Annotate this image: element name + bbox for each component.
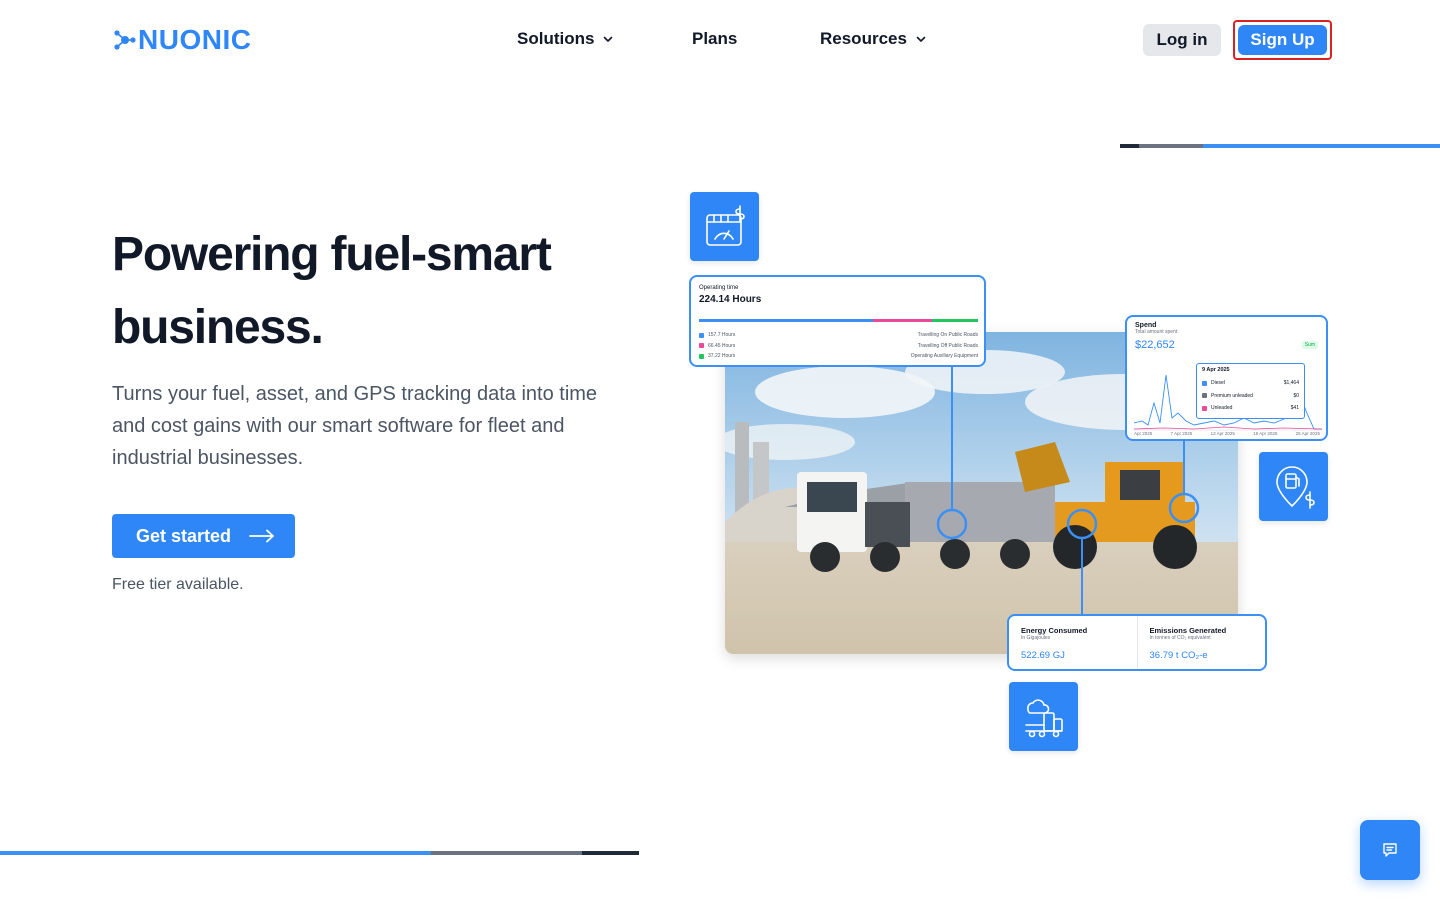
spend-tooltip: 9 Apr 2025 Diesel $1,464 Premium unleaded $…	[1196, 363, 1305, 419]
tooltip-label: Premium unleaded	[1211, 392, 1253, 399]
tooltip-row: Unleaded $41	[1202, 402, 1299, 415]
operating-bar-segment	[699, 319, 874, 322]
nav-plans-label: Plans	[692, 29, 738, 48]
tooltip-label: Unleaded	[1211, 405, 1233, 412]
nav-resources[interactable]: Resources	[820, 29, 927, 49]
tooltip-value: $0	[1293, 392, 1299, 399]
brand-name: NUONIC	[138, 24, 252, 55]
legend-dot	[699, 332, 704, 338]
nav-solutions-label: Solutions	[517, 29, 595, 48]
operating-bar-segment	[931, 319, 978, 322]
legend-hours: 37.22 Hours	[708, 353, 736, 360]
energy-value: 522.69 GJ	[1021, 650, 1065, 661]
spend-card: Spend Total amount spent $22,652 Sum 9 A…	[1125, 315, 1328, 441]
operating-time-legend: 157.7 Hours Travelling On Public Roads 66.…	[699, 330, 978, 362]
signup-highlight: Sign Up	[1233, 20, 1332, 60]
chevron-down-icon	[916, 36, 926, 42]
logo-molecule-icon	[114, 30, 136, 50]
get-started-label: Get started	[136, 525, 232, 546]
carousel-progress-top	[1120, 144, 1440, 148]
axis-label: Apr 2025	[1134, 431, 1153, 436]
spend-tooltip-date: 9 Apr 2025	[1202, 367, 1230, 373]
hero-title-line1: Powering fuel-smart	[112, 228, 552, 281]
free-tier-note: Free tier available.	[112, 576, 244, 593]
progress-bottom-segment	[431, 851, 582, 855]
energy-emissions-card: Energy Consumed In Gigajoules 522.69 GJ …	[1007, 614, 1267, 671]
operating-time-card: Operating time 224.14 Hours 157.7 Hours T…	[689, 275, 986, 367]
chat-icon	[1383, 843, 1397, 857]
tooltip-value: $1,464	[1283, 380, 1299, 387]
hero-title: Powering fuel-smart business.	[112, 218, 612, 364]
operating-time-value: 224.14 Hours	[699, 294, 762, 305]
truck-emissions-icon	[1009, 682, 1078, 751]
legend-label: Operating Auxiliary Equipment	[910, 353, 978, 360]
axis-label: 19 Apr 2025	[1253, 431, 1278, 436]
signup-button[interactable]: Sign Up	[1238, 25, 1327, 55]
brand-logo[interactable]: NUONIC	[114, 26, 251, 54]
tooltip-dot	[1202, 405, 1207, 411]
axis-label: 13 Apr 2025	[1210, 431, 1235, 436]
emissions-value: 36.79 t CO₂-e	[1149, 650, 1208, 661]
tooltip-dot	[1202, 393, 1207, 399]
axis-label: 25 Apr 2025	[1295, 431, 1320, 436]
progress-top-segment	[1139, 144, 1204, 148]
progress-top-segment	[1203, 144, 1440, 148]
legend-dot	[699, 353, 704, 359]
arrow-right-icon	[249, 529, 274, 543]
spend-tooltip-rows: Diesel $1,464 Premium unleaded $0 Unleaded $4…	[1202, 377, 1299, 415]
tooltip-dot	[1202, 380, 1207, 386]
operating-legend-row: 37.22 Hours Operating Auxiliary Equipment	[699, 351, 978, 362]
emissions-subtitle: In tonnes of CO₂ equivalent	[1149, 635, 1211, 641]
tooltip-value: $41	[1290, 405, 1299, 412]
fuel-gauge-dollar-icon	[690, 192, 759, 261]
tooltip-row: Premium unleaded $0	[1202, 390, 1299, 403]
legend-label: Travelling Off Public Roads	[917, 342, 978, 349]
nav-solutions[interactable]: Solutions	[517, 29, 614, 49]
chat-button[interactable]	[1360, 820, 1420, 880]
progress-bottom-segment	[0, 851, 432, 855]
axis-label: 7 Apr 2025	[1170, 431, 1193, 436]
nav-resources-label: Resources	[820, 29, 907, 48]
legend-dot	[699, 343, 704, 349]
tooltip-row: Diesel $1,464	[1202, 377, 1299, 390]
tooltip-label: Diesel	[1211, 380, 1225, 387]
login-button[interactable]: Log in	[1143, 24, 1221, 56]
sum-badge: Sum	[1301, 341, 1318, 349]
spend-title: Spend	[1135, 322, 1157, 329]
operating-legend-row: 66.45 Hours Travelling Off Public Roads	[699, 341, 978, 352]
operating-bar-segment	[873, 319, 932, 322]
spend-subtitle: Total amount spent	[1135, 329, 1178, 335]
operating-time-title: Operating time	[699, 285, 739, 291]
chevron-down-icon	[604, 36, 613, 42]
fuel-pump-dollar-icon	[1259, 452, 1328, 521]
hero-title-line2: business.	[112, 301, 324, 354]
carousel-progress-bottom	[0, 851, 640, 855]
operating-time-bar	[699, 319, 978, 322]
emissions-generated: Emissions Generated In tonnes of CO₂ equ…	[1136, 616, 1266, 669]
legend-hours: 66.45 Hours	[708, 342, 736, 349]
spend-value: $22,652	[1135, 339, 1175, 351]
get-started-button[interactable]: Get started	[112, 514, 295, 558]
energy-consumed: Energy Consumed In Gigajoules 522.69 GJ	[1009, 616, 1137, 669]
spend-axis-labels: Apr 2025 7 Apr 2025 13 Apr 2025 19 Apr 2025…	[1134, 431, 1320, 436]
energy-title: Energy Consumed	[1021, 626, 1088, 635]
emissions-title: Emissions Generated	[1149, 626, 1227, 635]
hero-subtitle: Turns your fuel, asset, and GPS tracking…	[112, 383, 598, 469]
nav-plans[interactable]: Plans	[692, 29, 737, 49]
energy-subtitle: In Gigajoules	[1021, 635, 1051, 641]
site-header: NUONIC Solutions Plans Resources Log in …	[0, 0, 1440, 80]
operating-legend-row: 157.7 Hours Travelling On Public Roads	[699, 330, 978, 341]
progress-bottom-segment	[581, 851, 640, 855]
progress-top-segment	[1120, 144, 1140, 148]
legend-hours: 157.7 Hours	[708, 332, 736, 339]
legend-label: Travelling On Public Roads	[917, 332, 978, 339]
